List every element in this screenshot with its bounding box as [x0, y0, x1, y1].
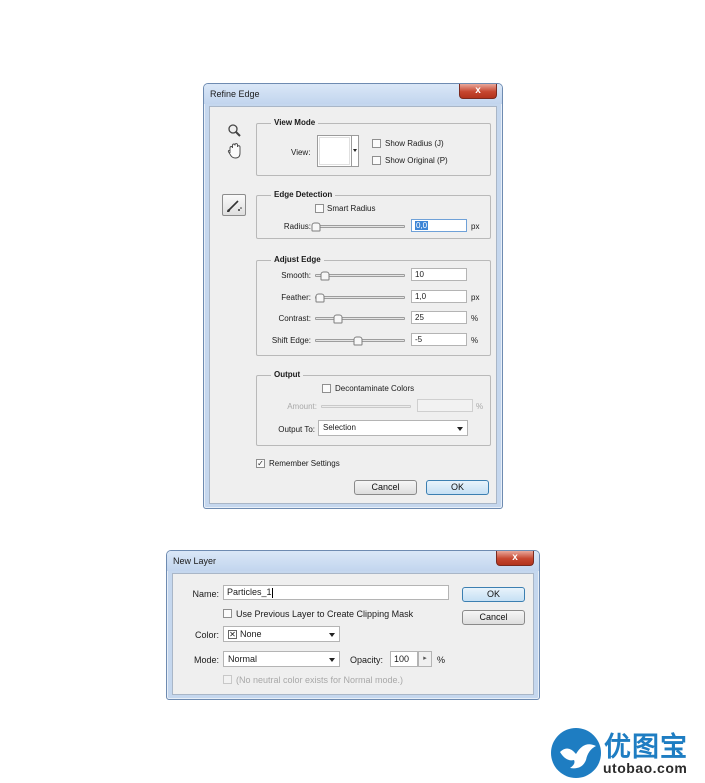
feather-unit: px [471, 293, 480, 302]
remember-settings-label: Remember Settings [269, 459, 340, 468]
opacity-unit: % [437, 655, 446, 665]
chevron-down-icon [457, 427, 463, 431]
contrast-input[interactable]: 25 [411, 311, 467, 324]
refine-edge-dialog: Refine Edge x View Mode View: Show Radiu… [203, 83, 503, 509]
shift-edge-unit: % [471, 336, 479, 345]
mode-dropdown[interactable]: Normal [223, 651, 340, 667]
clipping-mask-checkbox[interactable] [223, 609, 232, 618]
ok-button[interactable]: OK [426, 480, 489, 495]
radius-unit: px [471, 222, 480, 231]
zoom-tool-icon[interactable] [224, 121, 246, 143]
neutral-color-note: (No neutral color exists for Normal mode… [236, 675, 404, 685]
refine-radius-brush-icon [227, 200, 242, 212]
ok-button[interactable]: OK [462, 587, 525, 602]
text-cursor [271, 587, 273, 598]
bird-logo-icon [551, 728, 601, 778]
color-value: None [240, 629, 262, 639]
amount-unit: % [476, 402, 484, 411]
dialog-body: View Mode View: Show Radius (J) Show Ori… [209, 106, 497, 504]
feather-input[interactable]: 1,0 [411, 290, 467, 303]
amount-slider-track [321, 405, 411, 408]
hand-tool-icon[interactable] [224, 141, 246, 163]
feather-slider-thumb[interactable] [315, 293, 325, 303]
view-mode-preview-swatch [319, 137, 350, 165]
remember-settings-checkbox[interactable]: ✓ [256, 459, 265, 468]
shift-edge-label: Shift Edge: [271, 336, 311, 345]
amount-label: Amount: [287, 402, 317, 411]
output-group: Output Decontaminate Colors Amount: % Ou… [256, 370, 491, 446]
output-to-dropdown[interactable]: Selection [318, 420, 468, 436]
view-dropdown-divider [351, 136, 352, 166]
radius-label: Radius: [283, 222, 311, 231]
shift-edge-slider-thumb[interactable] [353, 336, 363, 346]
radius-input[interactable]: 0,0 [411, 219, 467, 232]
contrast-slider-thumb[interactable] [333, 314, 343, 324]
chevron-down-icon [329, 658, 335, 662]
dialog-title: Refine Edge [210, 89, 260, 99]
color-label: Color: [194, 630, 219, 640]
name-label: Name: [192, 589, 219, 599]
output-to-value: Selection [323, 423, 356, 432]
contrast-label: Contrast: [278, 314, 311, 323]
radius-value-selected: 0,0 [415, 221, 429, 230]
clipping-mask-label: Use Previous Layer to Create Clipping Ma… [236, 609, 414, 619]
layer-name-value: Particles_1 [227, 587, 272, 597]
view-label: View: [291, 148, 311, 157]
watermark-url: utobao.com [603, 760, 688, 776]
smooth-slider-track[interactable] [315, 271, 405, 281]
show-radius-checkbox[interactable] [372, 139, 381, 148]
adjust-edge-title: Adjust Edge [271, 255, 324, 265]
layer-name-input[interactable]: Particles_1 [223, 585, 449, 600]
cancel-button[interactable]: Cancel [354, 480, 417, 495]
decontaminate-colors-checkbox[interactable] [322, 384, 331, 393]
show-original-label: Show Original (P) [385, 156, 448, 165]
new-layer-dialog: New Layer x Name: Particles_1 Use Previo… [166, 550, 540, 700]
show-original-checkbox[interactable] [372, 156, 381, 165]
refine-radius-tool-button[interactable] [222, 194, 246, 216]
smart-radius-checkbox[interactable] [315, 204, 324, 213]
watermark-logo-text: 优图宝 [604, 732, 688, 762]
feather-label: Feather: [281, 293, 311, 302]
title-bar[interactable]: New Layer [167, 551, 539, 571]
view-mode-group: View Mode View: Show Radius (J) Show Ori… [256, 118, 491, 176]
mode-label: Mode: [193, 655, 219, 665]
opacity-stepper-button[interactable]: ▸ [418, 651, 432, 667]
view-mode-title: View Mode [271, 118, 319, 128]
edge-detection-title: Edge Detection [271, 190, 336, 200]
adjust-edge-group: Adjust Edge Smooth: 10 Feather: 1,0 px C… [256, 255, 491, 356]
output-title: Output [271, 370, 304, 380]
smooth-input[interactable]: 10 [411, 268, 467, 281]
contrast-slider-track[interactable] [315, 314, 405, 324]
close-button[interactable]: x [459, 84, 497, 99]
feather-slider-track[interactable] [315, 293, 405, 303]
chevron-down-icon [353, 149, 357, 152]
smart-radius-label: Smart Radius [327, 204, 376, 213]
color-none-swatch-icon: ✕ [228, 630, 237, 640]
radius-slider-thumb[interactable] [311, 222, 321, 232]
dialog-title: New Layer [173, 556, 217, 566]
shift-edge-slider-track[interactable] [315, 336, 405, 346]
chevron-down-icon [329, 633, 335, 637]
edge-detection-group: Edge Detection Smart Radius Radius: 0,0 … [256, 190, 491, 239]
opacity-input[interactable]: 100 [390, 651, 418, 667]
mode-value: Normal [228, 654, 258, 664]
color-dropdown[interactable]: ✕ None [223, 626, 340, 642]
close-button[interactable]: x [496, 551, 534, 566]
radius-slider-track[interactable] [311, 222, 405, 232]
output-to-label: Output To: [278, 425, 315, 434]
smooth-slider-thumb[interactable] [320, 271, 330, 281]
shift-edge-input[interactable]: -5 [411, 333, 467, 346]
smooth-label: Smooth: [281, 271, 311, 280]
view-mode-preview-dropdown[interactable] [317, 135, 359, 167]
amount-input [417, 399, 473, 412]
decontaminate-colors-label: Decontaminate Colors [335, 384, 415, 393]
fill-neutral-checkbox [223, 675, 232, 684]
show-radius-label: Show Radius (J) [385, 139, 444, 148]
cancel-button[interactable]: Cancel [462, 610, 525, 625]
contrast-unit: % [471, 314, 479, 323]
dialog-body: Name: Particles_1 Use Previous Layer to … [172, 573, 534, 695]
opacity-label: Opacity: [350, 655, 384, 665]
title-bar[interactable]: Refine Edge [204, 84, 502, 104]
